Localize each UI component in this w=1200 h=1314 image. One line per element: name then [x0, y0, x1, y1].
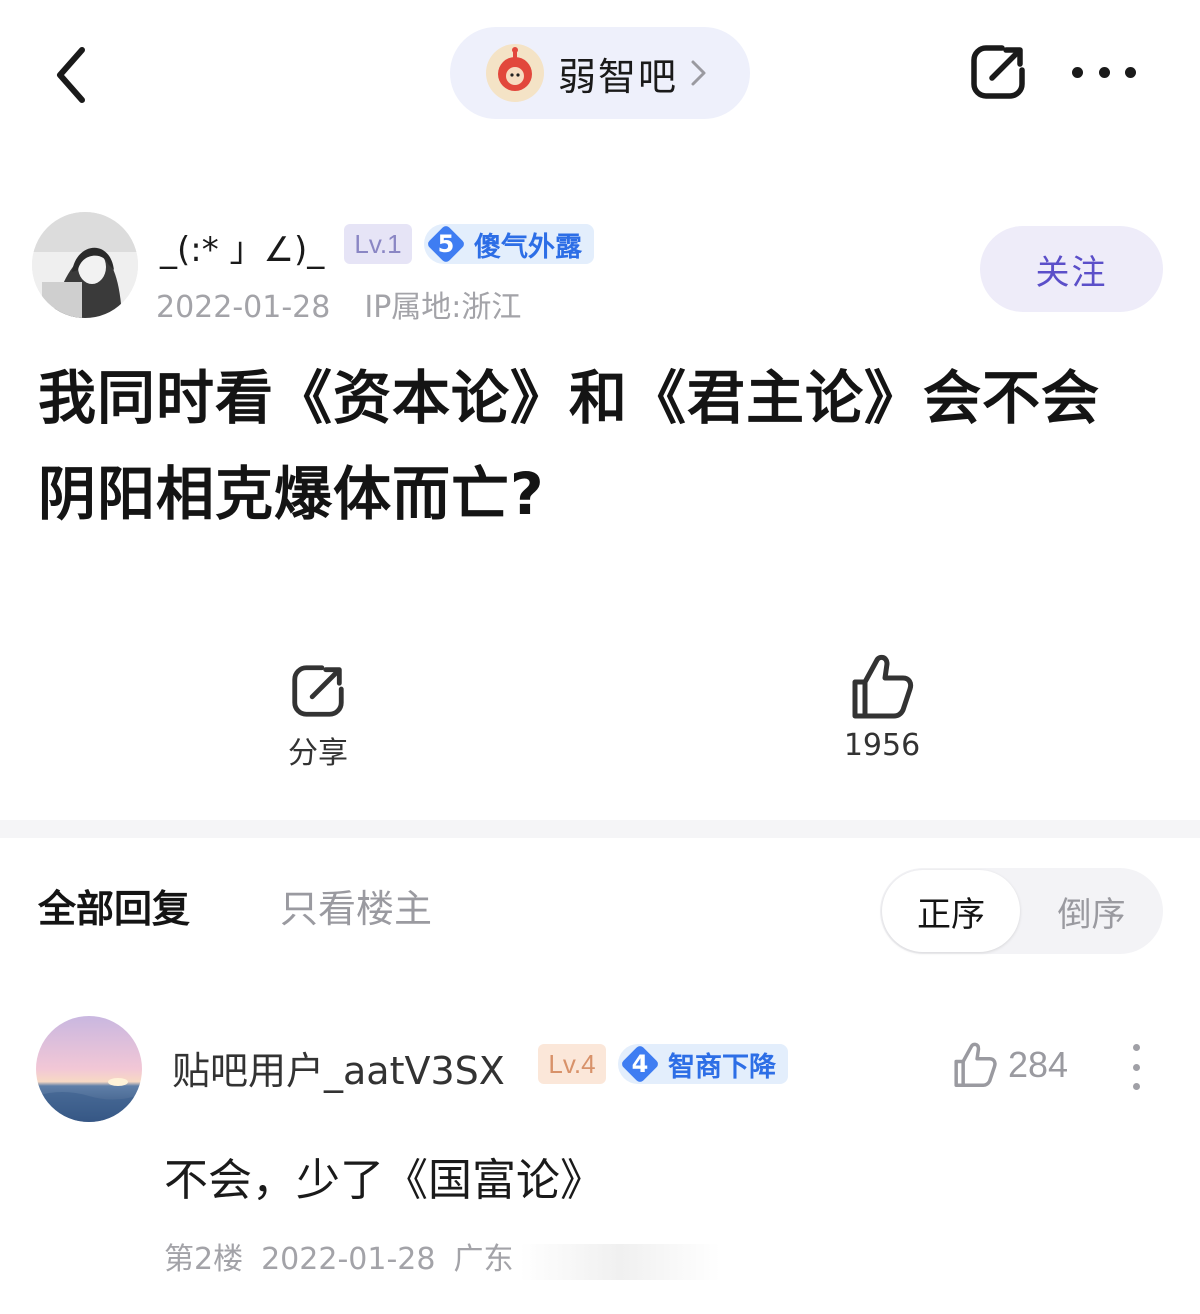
- reply-username[interactable]: 贴吧用户_aatV3SX: [172, 1040, 505, 1095]
- reply-content: 不会，少了《国富论》: [164, 1155, 604, 1206]
- share-icon: [971, 45, 1025, 99]
- author-avatar[interactable]: [32, 212, 138, 318]
- sort-descending-button[interactable]: 倒序: [1022, 870, 1161, 952]
- reply-meta: 第2楼 2022-01-28 广东: [164, 1234, 531, 1278]
- post-title: 我同时看《资本论》和《君主论》会不会阴阳相克爆体而亡?: [38, 364, 1101, 528]
- tab-all-replies[interactable]: 全部回复: [38, 878, 190, 933]
- reply-location: 广东: [453, 1242, 514, 1277]
- ip-location: IP属地:浙江: [364, 290, 522, 325]
- more-options-button[interactable]: [1072, 60, 1136, 84]
- rank-title: 傻气外露: [474, 231, 582, 263]
- like-count: 1956: [843, 728, 921, 763]
- diamond-icon: 4: [618, 1044, 662, 1084]
- reply-like-button[interactable]: 284: [952, 1040, 1068, 1090]
- top-bar: 弱智吧: [0, 0, 1200, 150]
- reply-date: 2022-01-28: [261, 1242, 436, 1277]
- forum-avatar: [486, 44, 544, 102]
- share-label: 分享: [288, 736, 348, 771]
- chevron-left-icon: [57, 47, 85, 103]
- like-action[interactable]: 1956: [820, 652, 944, 763]
- reply-more-button[interactable]: [1128, 1044, 1144, 1090]
- rank-badge: 4 智商下降: [618, 1044, 788, 1084]
- post-date: 2022-01-28: [156, 290, 331, 325]
- rank-title: 智商下降: [668, 1051, 776, 1083]
- watermark: [520, 1244, 720, 1280]
- thumbs-up-icon: [954, 1042, 997, 1087]
- follow-button[interactable]: 关注: [980, 226, 1163, 312]
- sort-toggle: 正序 倒序: [880, 868, 1163, 954]
- share-icon: [292, 665, 344, 717]
- share-button[interactable]: [966, 40, 1030, 104]
- rank-badge: 5 傻气外露: [424, 224, 594, 264]
- forum-name: 弱智吧: [558, 54, 679, 99]
- level-badge: Lv.1: [344, 224, 412, 264]
- reply-avatar[interactable]: [36, 1016, 142, 1122]
- diamond-icon: 5: [424, 224, 468, 264]
- level-badge: Lv.4: [538, 1044, 606, 1084]
- reply-like-count: 284: [1008, 1044, 1069, 1085]
- chevron-right-icon: [691, 60, 706, 86]
- more-horizontal-icon: [1072, 66, 1083, 78]
- back-button[interactable]: [48, 40, 98, 110]
- forum-link[interactable]: 弱智吧: [450, 27, 750, 119]
- share-action[interactable]: 分享: [258, 660, 378, 772]
- more-vertical-icon: [1132, 1044, 1140, 1051]
- reply-floor: 第2楼: [164, 1242, 244, 1277]
- section-divider: [0, 820, 1200, 838]
- author-meta: 2022-01-28 IP属地:浙江: [156, 282, 521, 326]
- thumbs-up-icon: [852, 654, 914, 719]
- tab-op-only[interactable]: 只看楼主: [280, 878, 432, 933]
- author-name[interactable]: _(:* 」∠)_: [160, 222, 324, 271]
- sort-ascending-button[interactable]: 正序: [882, 870, 1020, 952]
